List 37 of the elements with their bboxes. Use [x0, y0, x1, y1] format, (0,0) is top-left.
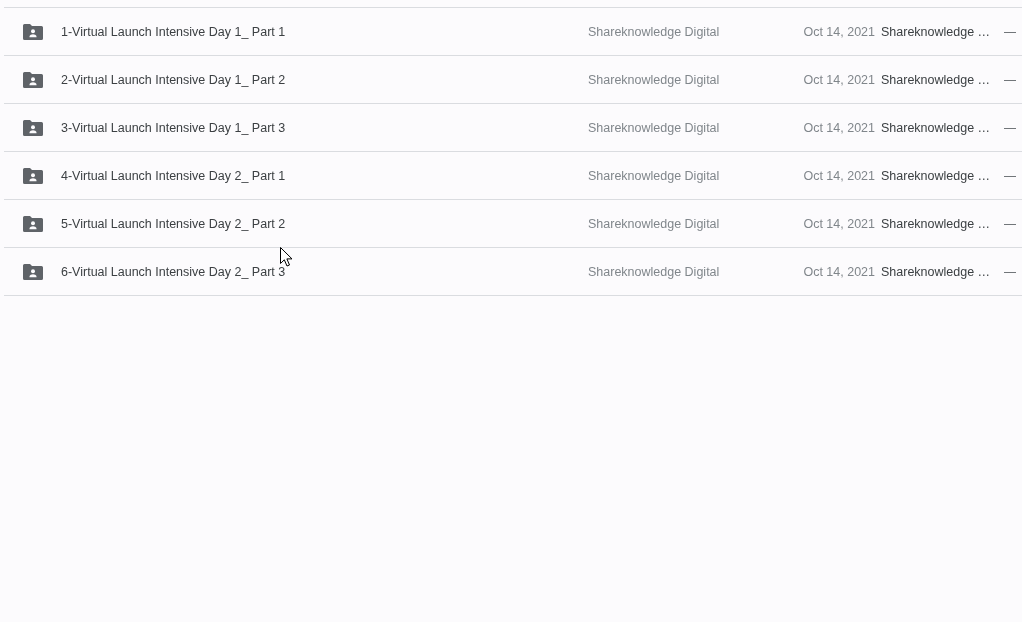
mouse-pointer-icon: [280, 247, 293, 267]
folder-name: 1-Virtual Launch Intensive Day 1_ Part 1: [61, 24, 286, 39]
date-text: Oct 14, 2021: [803, 216, 875, 231]
modified-by-text: Shareknowledge …: [881, 24, 991, 39]
owner-text: Shareknowledge Digital: [588, 216, 720, 231]
size-text: —: [1004, 264, 1016, 279]
size-text: —: [1004, 216, 1016, 231]
date-text: Oct 14, 2021: [803, 168, 875, 183]
folder-name: 5-Virtual Launch Intensive Day 2_ Part 2: [61, 216, 286, 231]
date-text: Oct 14, 2021: [803, 120, 875, 135]
folder-name: 6-Virtual Launch Intensive Day 2_ Part 3: [61, 264, 286, 279]
modified-by-text: Shareknowledge …: [881, 72, 991, 87]
modified-by-text: Shareknowledge …: [881, 120, 991, 135]
owner-text: Shareknowledge Digital: [588, 168, 720, 183]
folder-name: 2-Virtual Launch Intensive Day 1_ Part 2: [61, 72, 286, 87]
size-text: —: [1004, 120, 1016, 135]
date-text: Oct 14, 2021: [803, 24, 875, 39]
size-text: —: [1004, 168, 1016, 183]
size-text: —: [1004, 72, 1016, 87]
date-text: Oct 14, 2021: [803, 72, 875, 87]
date-text: Oct 14, 2021: [803, 264, 875, 279]
modified-by-text: Shareknowledge …: [881, 168, 991, 183]
folder-name: 3-Virtual Launch Intensive Day 1_ Part 3: [61, 120, 286, 135]
shared-folder-icon: [23, 71, 43, 88]
shared-folder-icon: [23, 23, 43, 40]
folder-name: 4-Virtual Launch Intensive Day 2_ Part 1: [61, 168, 286, 183]
owner-text: Shareknowledge Digital: [588, 264, 720, 279]
owner-text: Shareknowledge Digital: [588, 24, 720, 39]
shared-folder-icon: [23, 167, 43, 184]
size-text: —: [1004, 24, 1016, 39]
shared-folder-icon: [23, 119, 43, 136]
modified-by-text: Shareknowledge …: [881, 264, 991, 279]
shared-folder-icon: [23, 215, 43, 232]
modified-by-text: Shareknowledge …: [881, 216, 991, 231]
owner-text: Shareknowledge Digital: [588, 72, 720, 87]
owner-text: Shareknowledge Digital: [588, 120, 720, 135]
shared-folder-icon: [23, 263, 43, 280]
